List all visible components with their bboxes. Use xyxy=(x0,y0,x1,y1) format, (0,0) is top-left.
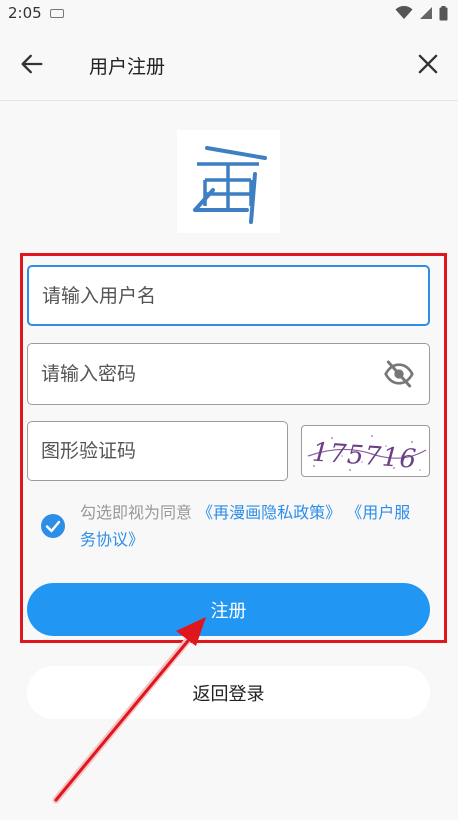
wifi-icon xyxy=(395,6,413,19)
app-logo-icon xyxy=(177,130,280,233)
page-title: 用户注册 xyxy=(89,56,166,78)
battery-icon xyxy=(439,5,448,20)
top-app-bar: 用户注册 xyxy=(0,26,458,101)
captcha-field[interactable] xyxy=(27,421,288,481)
password-field[interactable] xyxy=(27,343,430,405)
eye-hidden-icon[interactable] xyxy=(383,358,415,390)
agreement-text: 勾选即视为同意 《再漫画隐私政策》 《用户服务协议》 xyxy=(80,499,420,553)
close-icon[interactable] xyxy=(414,50,442,78)
register-button[interactable]: 注册 xyxy=(27,583,430,636)
captcha-code: 175716 xyxy=(311,438,418,475)
back-arrow-icon[interactable] xyxy=(18,50,46,78)
status-bar: 2:05 xyxy=(0,0,458,26)
status-time: 2:05 xyxy=(8,4,42,22)
keyboard-icon xyxy=(49,8,64,18)
privacy-policy-link[interactable]: 《再漫画隐私政策》 xyxy=(197,503,341,522)
signal-icon xyxy=(420,7,432,19)
checkbox-checked-icon[interactable] xyxy=(40,513,66,539)
username-input[interactable] xyxy=(40,283,428,308)
captcha-input[interactable] xyxy=(39,439,287,463)
captcha-image[interactable]: 175716 xyxy=(301,425,430,477)
back-to-login-button[interactable]: 返回登录 xyxy=(27,666,430,719)
password-input[interactable] xyxy=(39,362,363,386)
username-field[interactable] xyxy=(27,265,430,326)
agreement-prefix: 勾选即视为同意 xyxy=(80,503,193,522)
